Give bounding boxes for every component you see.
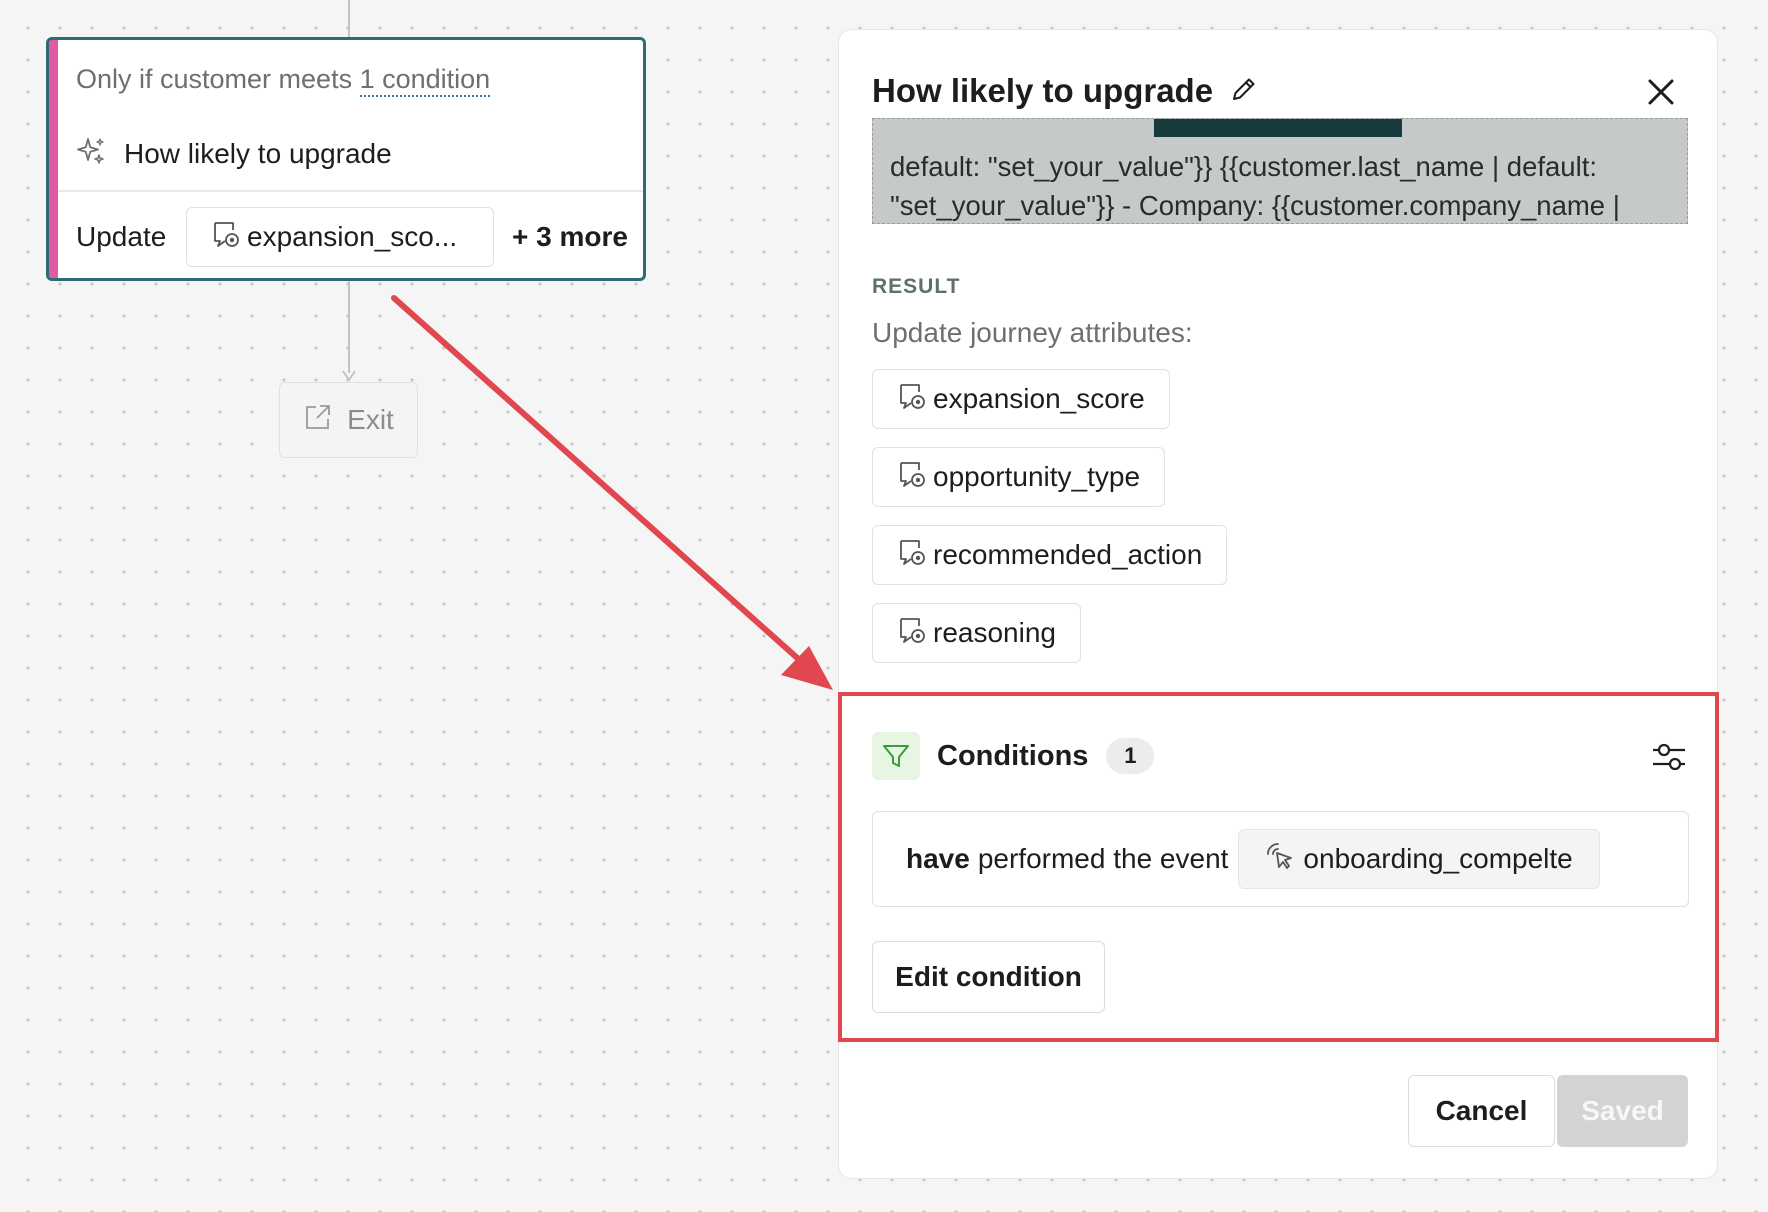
node-title-row: How likely to upgrade: [76, 136, 392, 171]
journey-attribute-icon: [897, 537, 927, 574]
connector-arrowhead: [342, 370, 356, 382]
attribute-chip[interactable]: reasoning: [872, 603, 1081, 663]
connector-top: [348, 0, 350, 37]
event-chip-label: onboarding_compelte: [1303, 843, 1573, 874]
edit-condition-button[interactable]: Edit condition: [872, 941, 1105, 1013]
result-label: RESULT: [872, 275, 961, 298]
node-title: How likely to upgrade: [124, 137, 392, 169]
condition-text: performed the event: [977, 843, 1229, 874]
sliders-icon[interactable]: [1651, 740, 1687, 774]
filter-icon: [872, 732, 920, 780]
node-update-label: Update: [76, 221, 167, 252]
panel-header: How likely to upgrade: [872, 72, 1259, 110]
node-divider: [58, 190, 643, 192]
connector-node-to-exit: [348, 281, 350, 373]
node-condition-link[interactable]: 1 condition: [359, 64, 491, 97]
attribute-chip-label: opportunity_type: [933, 461, 1141, 492]
panel-title: How likely to upgrade: [872, 72, 1214, 109]
node-accent-bar: [49, 40, 58, 278]
node-more-attributes[interactable]: + 3 more: [512, 221, 628, 253]
attribute-chip[interactable]: recommended_action: [872, 525, 1228, 585]
cursor-click-icon: [1265, 841, 1295, 878]
exit-node[interactable]: Exit: [279, 382, 418, 458]
journey-attribute-icon: [211, 219, 241, 256]
saved-button: Saved: [1557, 1075, 1688, 1147]
result-subtitle: Update journey attributes:: [872, 317, 1193, 348]
node-attribute-chip-label: expansion_sco...: [247, 221, 458, 252]
condition-qualifier: have: [906, 843, 970, 874]
journey-attribute-icon: [897, 381, 927, 418]
event-chip[interactable]: onboarding_compelte: [1238, 829, 1600, 889]
attribute-chip-label: expansion_score: [933, 383, 1145, 414]
condition-card: have performed the event onboarding_comp…: [872, 811, 1689, 907]
attribute-chip[interactable]: opportunity_type: [872, 447, 1166, 507]
attribute-chip-label: recommended_action: [933, 539, 1203, 570]
journey-attribute-icon: [897, 459, 927, 496]
conditions-header: Conditions 1: [872, 732, 1155, 780]
attribute-chip[interactable]: expansion_score: [872, 369, 1170, 429]
journey-attribute-icon: [897, 615, 927, 652]
sparkle-icon: [76, 136, 106, 171]
conditions-section: Conditions 1 have performed the event on…: [838, 692, 1719, 1042]
redaction-bar: [1154, 119, 1402, 137]
node-condition-prefix: Only if customer meets: [76, 64, 360, 94]
node-condition-text: Only if customer meets 1 condition: [76, 64, 491, 97]
node-update-row: Update expansion_sco... + 3 more: [76, 207, 628, 267]
conditions-count-badge: 1: [1106, 738, 1155, 774]
cancel-button[interactable]: Cancel: [1408, 1075, 1555, 1147]
conditions-title: Conditions: [937, 739, 1089, 772]
journey-node-ai-step[interactable]: Only if customer meets 1 condition How l…: [46, 37, 646, 281]
external-link-icon: [303, 402, 333, 439]
exit-node-label: Exit: [347, 404, 394, 435]
node-attribute-chip[interactable]: expansion_sco...: [186, 207, 494, 267]
pencil-icon[interactable]: [1229, 74, 1259, 109]
close-icon[interactable]: [1643, 74, 1679, 110]
attribute-chip-label: reasoning: [933, 617, 1056, 648]
